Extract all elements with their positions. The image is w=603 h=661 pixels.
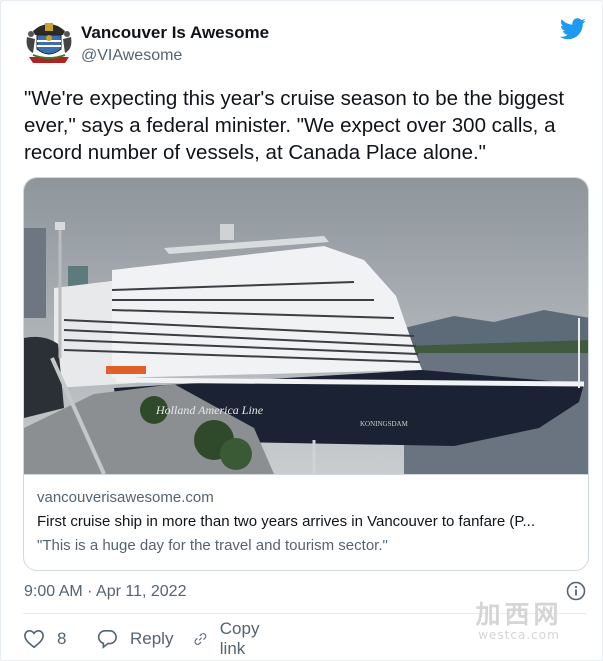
link-title: First cruise ship in more than two years… <box>37 513 535 530</box>
link-icon <box>194 633 207 645</box>
speech-bubble-icon <box>97 630 117 649</box>
heart-icon <box>24 629 44 649</box>
account-handle[interactable]: @VIAwesome <box>81 47 182 65</box>
link-preview-card[interactable]: Holland America Line KONINGSDAM vancouve… <box>23 177 589 571</box>
tweet-timestamp[interactable]: 9:00 AM · Apr 11, 2022 <box>24 583 186 601</box>
account-avatar[interactable] <box>23 19 75 67</box>
ship-bow-lettering: KONINGSDAM <box>360 420 409 428</box>
watermark-chinese: 加西网 <box>475 600 563 629</box>
link-description: "This is a huge day for the travel and t… <box>37 537 388 554</box>
tweet-text: "We're expecting this year's cruise seas… <box>24 87 565 164</box>
reply-label: Reply <box>130 629 174 648</box>
watermark-domain: westca.com <box>478 628 560 642</box>
tweet-card: Vancouver Is Awesome @VIAwesome "We're e… <box>0 0 603 661</box>
copy-link-button[interactable]: Copy link <box>193 619 267 658</box>
twitter-bird-icon[interactable] <box>559 18 586 40</box>
ship-hull-lettering: Holland America Line <box>155 403 264 417</box>
reply-button[interactable]: Reply <box>96 626 173 652</box>
cruise-ship-photo: Holland America Line KONINGSDAM <box>24 178 588 475</box>
link-info[interactable]: vancouverisawesome.com First cruise ship… <box>24 474 588 570</box>
vancouver-coat-of-arms-icon <box>26 23 72 63</box>
like-count: 8 <box>57 629 67 648</box>
copy-link-label: Copy link <box>219 619 260 658</box>
info-icon[interactable] <box>566 581 586 601</box>
like-button[interactable]: 8 <box>23 626 66 652</box>
account-display-name[interactable]: Vancouver Is Awesome <box>81 23 269 43</box>
site-watermark: 加西网 westca.com <box>464 601 574 643</box>
link-domain: vancouverisawesome.com <box>37 489 214 506</box>
